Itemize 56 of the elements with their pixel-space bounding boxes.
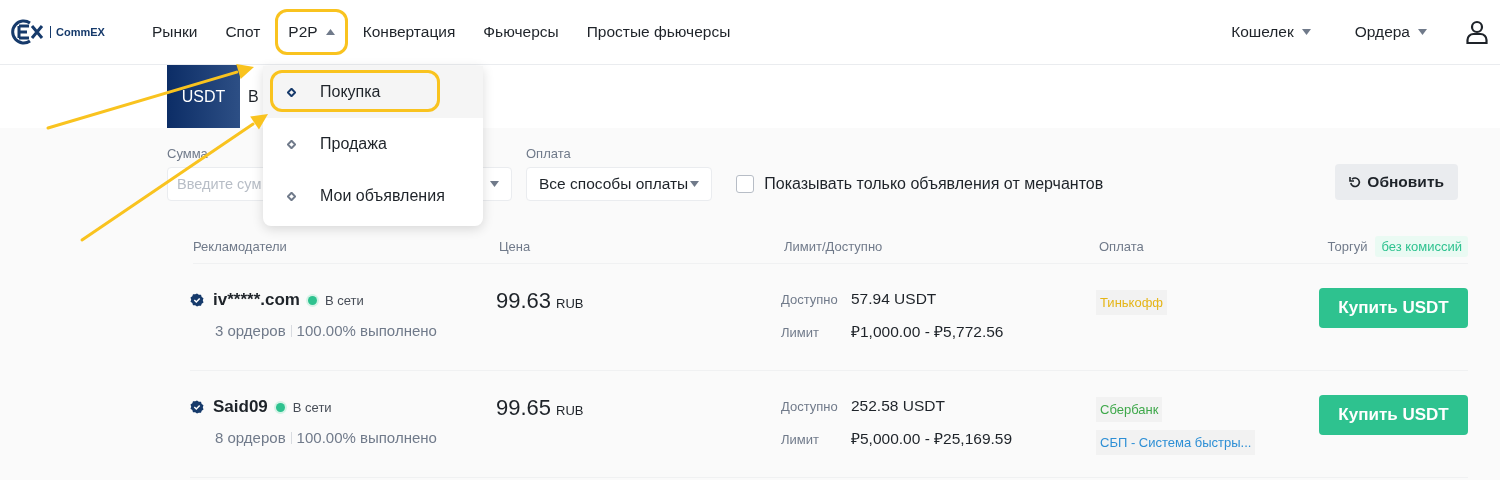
nav-link[interactable]: Спот (212, 13, 274, 51)
order-count: 3 ордеров (215, 322, 286, 339)
limit-range: ₽5,000.00 - ₽25,169.59 (851, 429, 1014, 449)
status-text: В сети (292, 399, 332, 415)
field-label: Оплата (526, 146, 572, 161)
caret-icon (490, 181, 499, 187)
checkbox-label: Показывать только объявления от мерчантов (764, 175, 1104, 193)
completion-rate: 100.00% выполнено (296, 429, 437, 446)
column-header: Лимит/Доступно (784, 238, 884, 254)
limit-range: ₽1,000.00 - ₽5,772.56 (851, 322, 1005, 342)
nav-link[interactable]: Кошелек (1218, 13, 1324, 51)
menu-item[interactable]: Покупка (263, 66, 483, 118)
checkbox[interactable] (736, 175, 755, 193)
price: 99.65 (496, 395, 552, 421)
menu-item[interactable]: Продажа (263, 118, 483, 170)
advertiser-name[interactable]: Said09 (213, 397, 268, 417)
refresh-button[interactable]: Обновить (1335, 164, 1458, 200)
column-header: Торгуй (1327, 238, 1368, 254)
available-amount: 57.94 USDT (851, 290, 938, 308)
menu-item[interactable]: Мои объявления (263, 170, 483, 222)
column-header: Рекламодатели (193, 238, 288, 254)
available-label: Доступно (781, 399, 839, 414)
nav-link[interactable]: Фьючерсы (470, 13, 572, 51)
nav-link[interactable]: Конвертация (349, 13, 469, 51)
brand-name: CommEX (50, 26, 105, 38)
column-header: Оплата (1099, 238, 1145, 254)
payment-tag: Тинькофф (1096, 290, 1168, 315)
column-header: Цена (499, 238, 532, 254)
asset-tab[interactable]: B (240, 65, 265, 128)
nav-link[interactable]: P2P (275, 13, 348, 51)
status-text: В сети (324, 292, 364, 308)
price: 99.63 (496, 288, 552, 314)
limit-label: Лимит (781, 325, 820, 340)
user-icon[interactable] (1466, 20, 1488, 44)
completion-rate: 100.00% выполнено (296, 322, 437, 339)
logo-icon (10, 19, 46, 45)
caret-icon (690, 181, 700, 187)
available-label: Доступно (781, 292, 839, 307)
available-amount: 252.58 USDT (851, 397, 946, 415)
fee-badge: без комиссий (1375, 235, 1468, 257)
diamond-icon (287, 87, 296, 97)
refresh-icon (1349, 176, 1362, 188)
nav-link[interactable]: Простые фьючерсы (573, 13, 744, 51)
asset-tab[interactable]: USDT (167, 65, 240, 128)
currency: RUB (556, 403, 584, 418)
advertiser-name[interactable]: iv*****.com (213, 290, 300, 310)
diamond-icon (287, 191, 296, 201)
payment-tag: Сбербанк (1096, 397, 1163, 422)
nav-link[interactable]: Рынки (138, 13, 211, 51)
currency: RUB (556, 296, 584, 311)
nav-link[interactable]: Ордера (1341, 13, 1440, 51)
limit-label: Лимит (781, 432, 820, 447)
payment-tag: СБП - Система быстры... (1096, 430, 1256, 455)
payment-select[interactable]: Все способы оплаты (526, 167, 713, 201)
diamond-icon (287, 139, 296, 149)
order-count: 8 ордеров (215, 429, 286, 446)
